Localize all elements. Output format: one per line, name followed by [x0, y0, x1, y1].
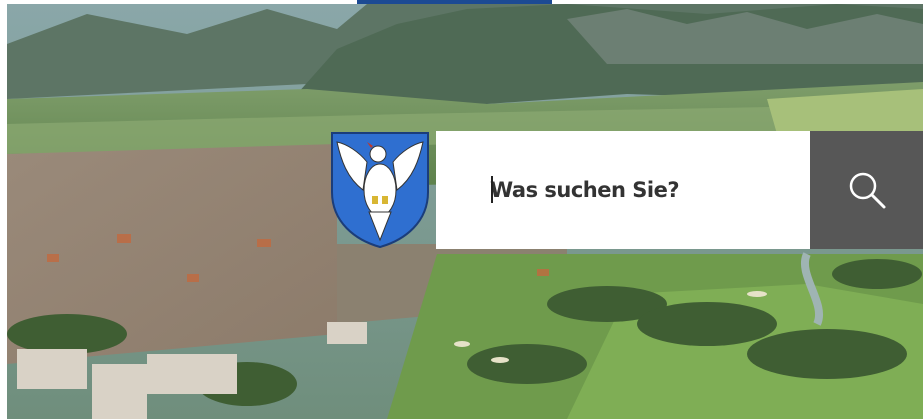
text-caret	[491, 176, 493, 203]
search-icon	[849, 172, 885, 209]
top-navigation-tab[interactable]	[357, 0, 552, 4]
page-left-margin	[0, 0, 7, 419]
search-button[interactable]	[810, 131, 923, 249]
search-input[interactable]	[490, 170, 790, 210]
coat-of-arms-icon	[329, 130, 431, 249]
